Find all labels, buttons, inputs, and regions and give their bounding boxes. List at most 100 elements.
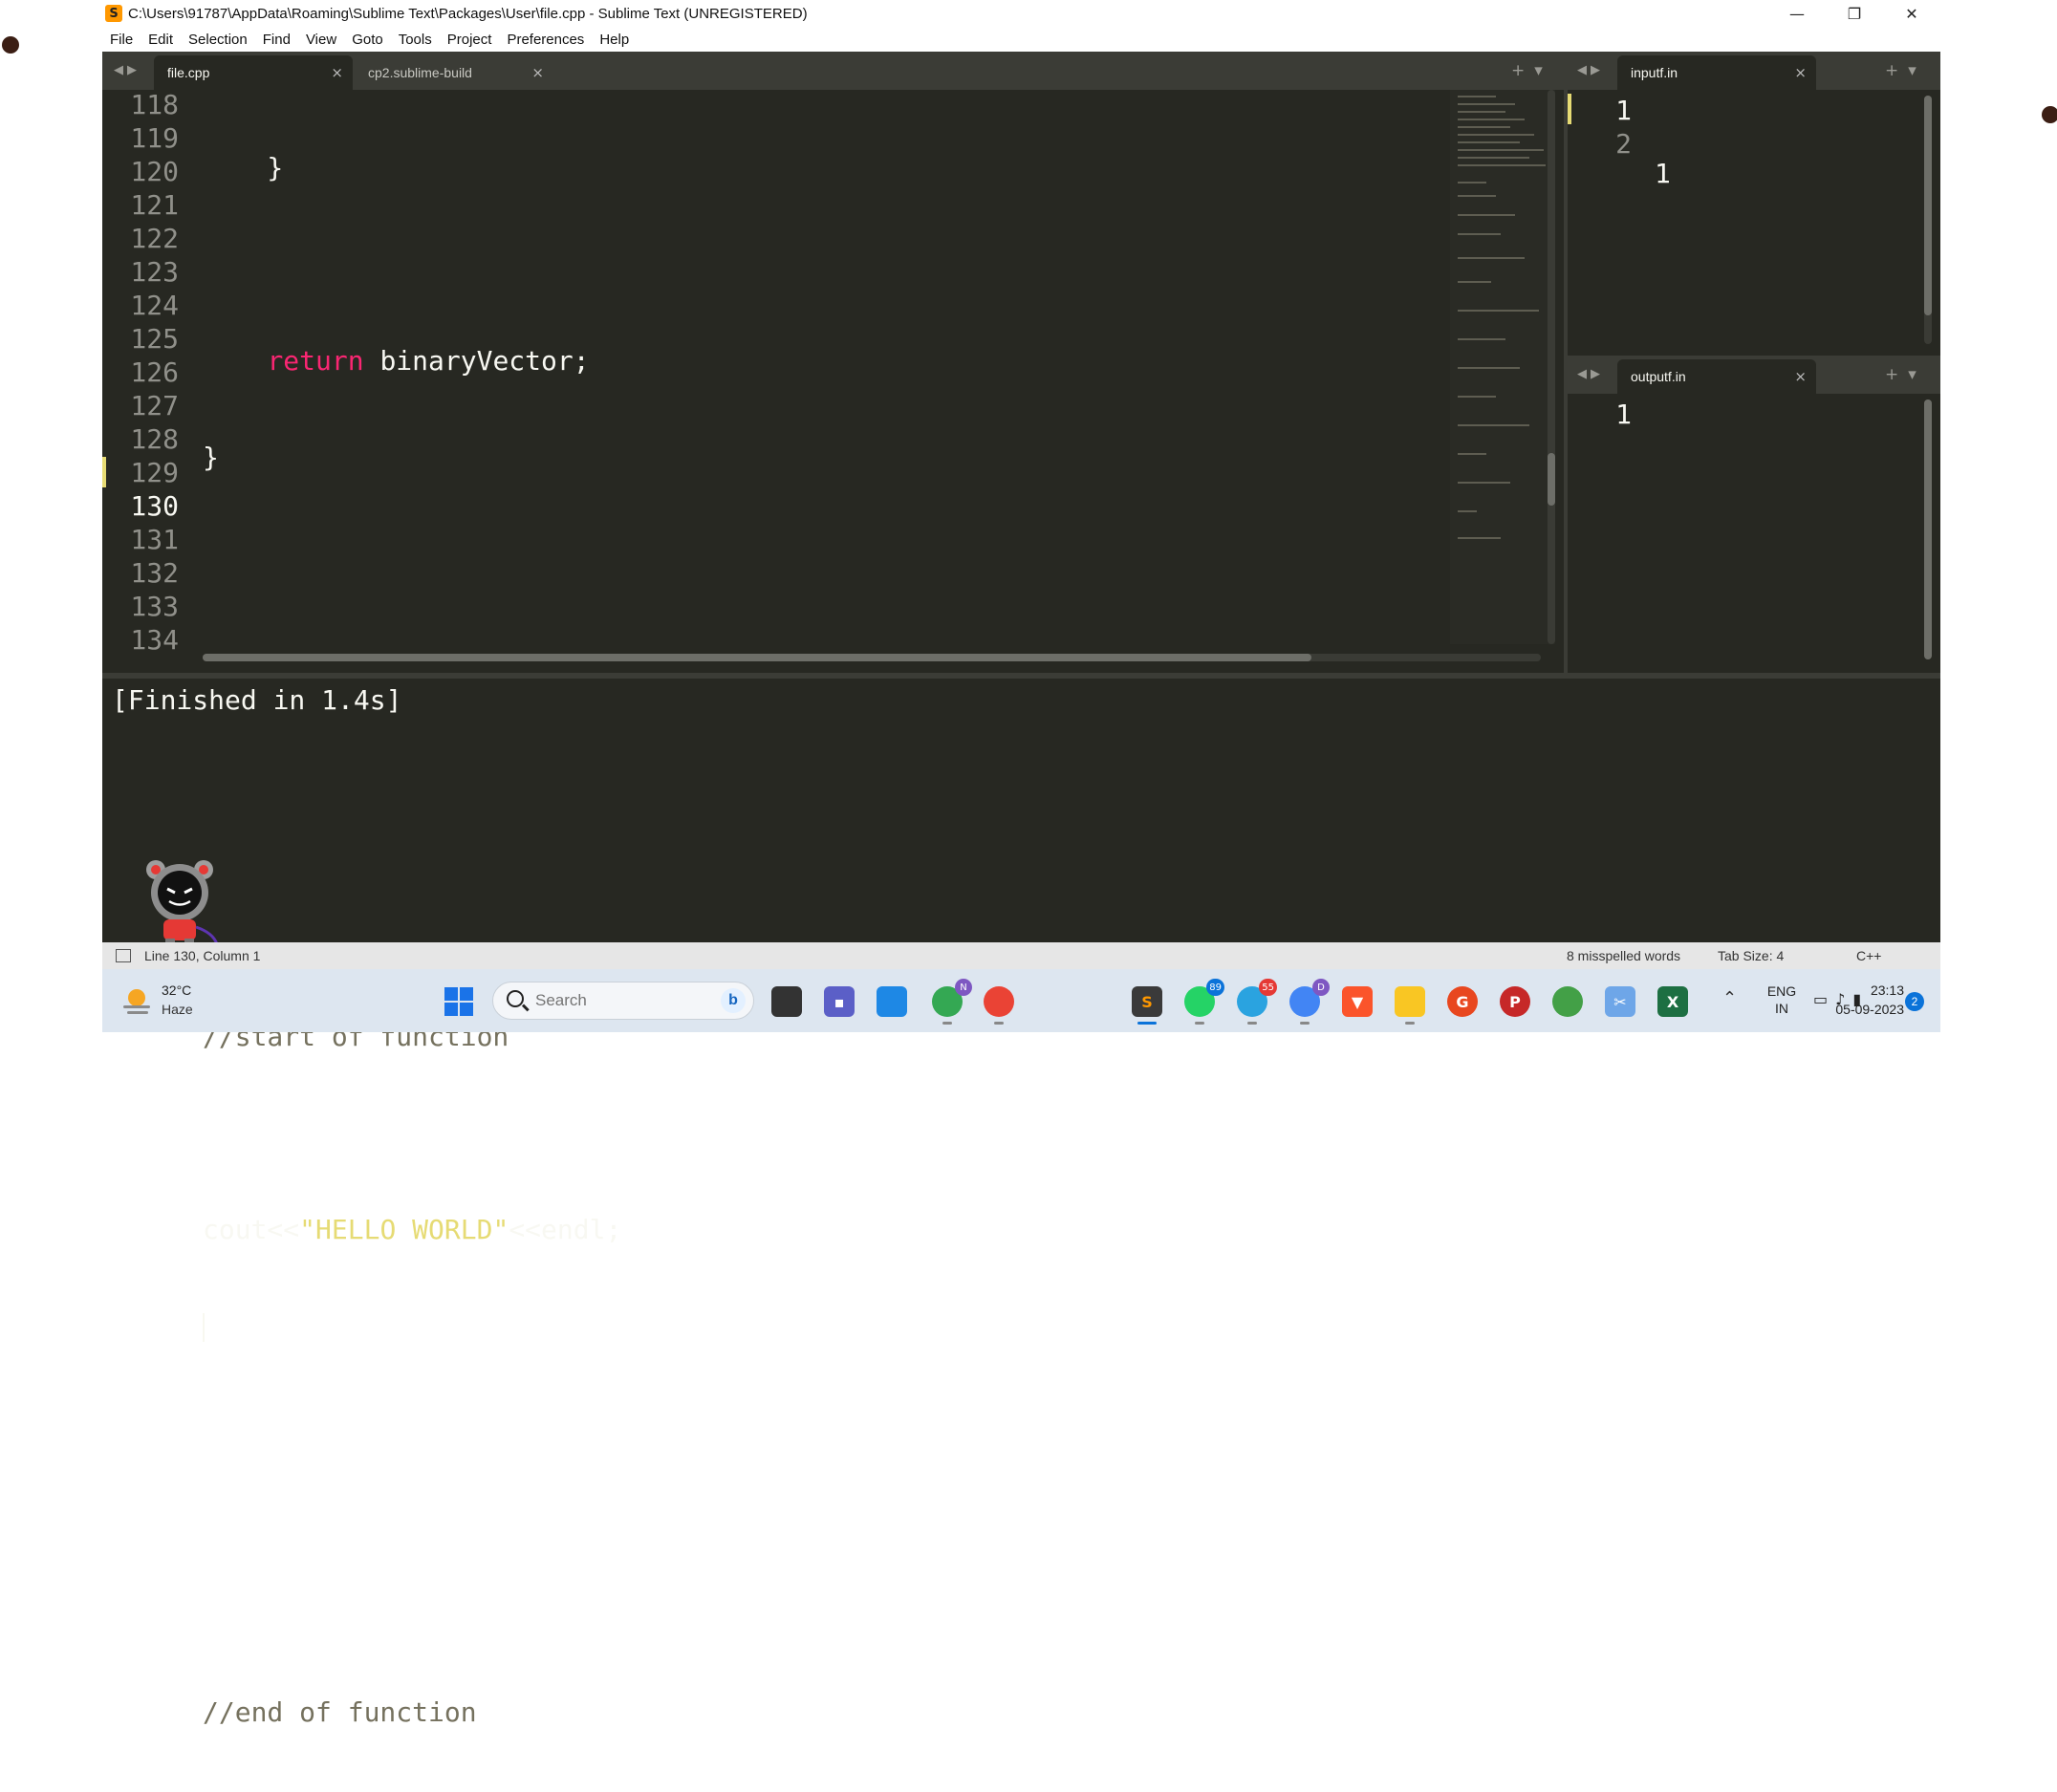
chrome-profile-n-icon[interactable]: N xyxy=(932,979,972,1025)
right-top-gutter: 1 2 xyxy=(1574,94,1632,161)
desktop-dot-left xyxy=(2,36,19,54)
grammarly-icon[interactable]: G xyxy=(1447,986,1478,1017)
show-hidden-icons-chevron-icon[interactable]: ⌃ xyxy=(1722,988,1737,1008)
task-view-icon[interactable] xyxy=(771,986,802,1017)
tab-close-icon[interactable]: × xyxy=(1794,368,1807,385)
tab-close-icon[interactable]: × xyxy=(531,64,544,81)
menu-edit[interactable]: Edit xyxy=(148,32,173,48)
menu-preferences[interactable]: Preferences xyxy=(507,32,584,48)
tab-size-selector[interactable]: Tab Size: 4 xyxy=(1718,948,1784,963)
bing-icon[interactable]: b xyxy=(721,988,746,1013)
close-button[interactable]: ✕ xyxy=(1883,0,1940,27)
left-vertical-scrollbar[interactable] xyxy=(1548,90,1555,644)
cursor-position[interactable]: Line 130, Column 1 xyxy=(144,948,260,963)
profile-badge: D xyxy=(1312,979,1330,996)
menu-goto[interactable]: Goto xyxy=(352,32,383,48)
build-output-panel[interactable]: [Finished in 1.4s] xyxy=(102,673,1940,948)
right-bottom-vertical-scrollbar[interactable] xyxy=(1924,399,1932,659)
maximize-button[interactable]: ❐ xyxy=(1826,0,1883,27)
tab-actions[interactable]: +▾ xyxy=(1885,365,1926,384)
menu-selection[interactable]: Selection xyxy=(188,32,248,48)
code-token: binaryVector; xyxy=(363,345,590,377)
syntax-selector[interactable]: C++ xyxy=(1856,948,1881,963)
network-globe-icon[interactable] xyxy=(1552,986,1583,1017)
chrome-icon[interactable] xyxy=(984,986,1014,1025)
tab-nav-arrows[interactable]: ◀▶ xyxy=(1577,367,1604,381)
excel-icon[interactable]: X xyxy=(1657,986,1688,1017)
tab-close-icon[interactable]: × xyxy=(1794,64,1807,81)
weather-widget[interactable]: 32°C Haze xyxy=(119,981,225,1023)
clock[interactable]: 23:13 05-09-2023 xyxy=(1808,981,1904,1019)
tab-file-cpp[interactable]: file.cpp × xyxy=(154,55,353,90)
desktop-dot-right xyxy=(2042,106,2057,123)
p-app-icon[interactable]: P xyxy=(1500,986,1530,1017)
menu-file[interactable]: File xyxy=(110,32,133,48)
notification-badge[interactable]: 2 xyxy=(1905,992,1924,1011)
minimap-line xyxy=(1458,537,1501,539)
menu-project[interactable]: Project xyxy=(447,32,492,48)
tab-close-icon[interactable]: × xyxy=(331,64,343,81)
minimap-line xyxy=(1458,119,1525,120)
tab-cp2-sublime-build[interactable]: cp2.sublime-build × xyxy=(355,55,553,90)
right-top-vertical-scrollbar[interactable] xyxy=(1924,96,1932,344)
left-tab-bar: ◀▶ file.cpp × cp2.sublime-build × +▾ xyxy=(102,52,1564,90)
left-horizontal-scrollbar[interactable] xyxy=(203,654,1541,661)
tab-inputf-in[interactable]: inputf.in × xyxy=(1617,55,1816,90)
scrollbar-thumb[interactable] xyxy=(203,654,1311,661)
minimap-line xyxy=(1458,103,1515,105)
desktop-icon[interactable] xyxy=(877,986,907,1017)
weather-temperature: 32°C xyxy=(162,982,192,998)
line-number: 129 xyxy=(130,457,179,488)
tab-nav-arrows[interactable]: ◀▶ xyxy=(1577,63,1604,77)
minimap-line xyxy=(1458,396,1496,398)
minimap-line xyxy=(1458,424,1529,426)
output-file-editor[interactable] xyxy=(1655,398,1913,557)
tab-actions[interactable]: +▾ xyxy=(1885,61,1926,80)
right-bottom-gutter: 1 xyxy=(1574,398,1632,431)
input-editor[interactable]: 1 xyxy=(1655,94,1913,350)
tab-outputf-in[interactable]: outputf.in × xyxy=(1617,359,1816,394)
file-explorer-icon[interactable] xyxy=(1395,986,1425,1025)
search-input[interactable] xyxy=(535,990,679,1011)
running-indicator xyxy=(994,1022,1004,1025)
menu-view[interactable]: View xyxy=(306,32,336,48)
scrollbar-thumb[interactable] xyxy=(1548,453,1555,506)
language-indicator[interactable]: ENG IN xyxy=(1763,982,1801,1017)
taskbar-search[interactable]: b xyxy=(492,982,754,1020)
minimap-line xyxy=(1458,214,1515,216)
line-number: 128 xyxy=(130,423,179,455)
minimap[interactable] xyxy=(1450,90,1555,644)
line-number: 118 xyxy=(130,89,179,120)
tab-actions[interactable]: +▾ xyxy=(1511,61,1552,80)
editor-area: ◀▶ file.cpp × cp2.sublime-build × +▾ 118… xyxy=(102,52,1940,1728)
code-token: <<endl; xyxy=(509,1214,622,1245)
whatsapp-icon[interactable]: 89 xyxy=(1184,979,1224,1025)
scrollbar-thumb[interactable] xyxy=(1924,399,1932,659)
menu-help[interactable]: Help xyxy=(599,32,629,48)
line-number: 122 xyxy=(130,223,179,254)
line-number: 1 xyxy=(1615,95,1632,126)
line-number: 132 xyxy=(130,557,179,589)
code-line: cout<<"HELLO WORLD"<<endl; xyxy=(203,1213,1436,1246)
snipping-tool-icon[interactable]: ✂ xyxy=(1605,986,1635,1017)
telegram-icon[interactable]: 55 xyxy=(1237,979,1277,1025)
brave-icon[interactable]: ▼ xyxy=(1342,986,1373,1017)
tab-nav-arrows[interactable]: ◀▶ xyxy=(114,63,141,77)
scrollbar-thumb[interactable] xyxy=(1924,96,1932,315)
running-indicator xyxy=(1300,1022,1310,1025)
menu-tools[interactable]: Tools xyxy=(399,32,432,48)
windows-start-icon[interactable] xyxy=(444,987,473,1016)
spelling-status[interactable]: 8 misspelled words xyxy=(1567,948,1680,963)
chrome-profile-d-icon[interactable]: D xyxy=(1289,979,1330,1025)
tab-label: cp2.sublime-build xyxy=(368,65,472,80)
panel-toggle-icon[interactable] xyxy=(116,949,131,962)
menu-find[interactable]: Find xyxy=(263,32,291,48)
sublime-text-taskbar-icon[interactable]: S xyxy=(1132,986,1162,1025)
minimize-button[interactable]: — xyxy=(1768,0,1826,27)
line-number: 119 xyxy=(130,122,179,154)
teams-chat-icon[interactable]: ▪ xyxy=(824,986,855,1017)
